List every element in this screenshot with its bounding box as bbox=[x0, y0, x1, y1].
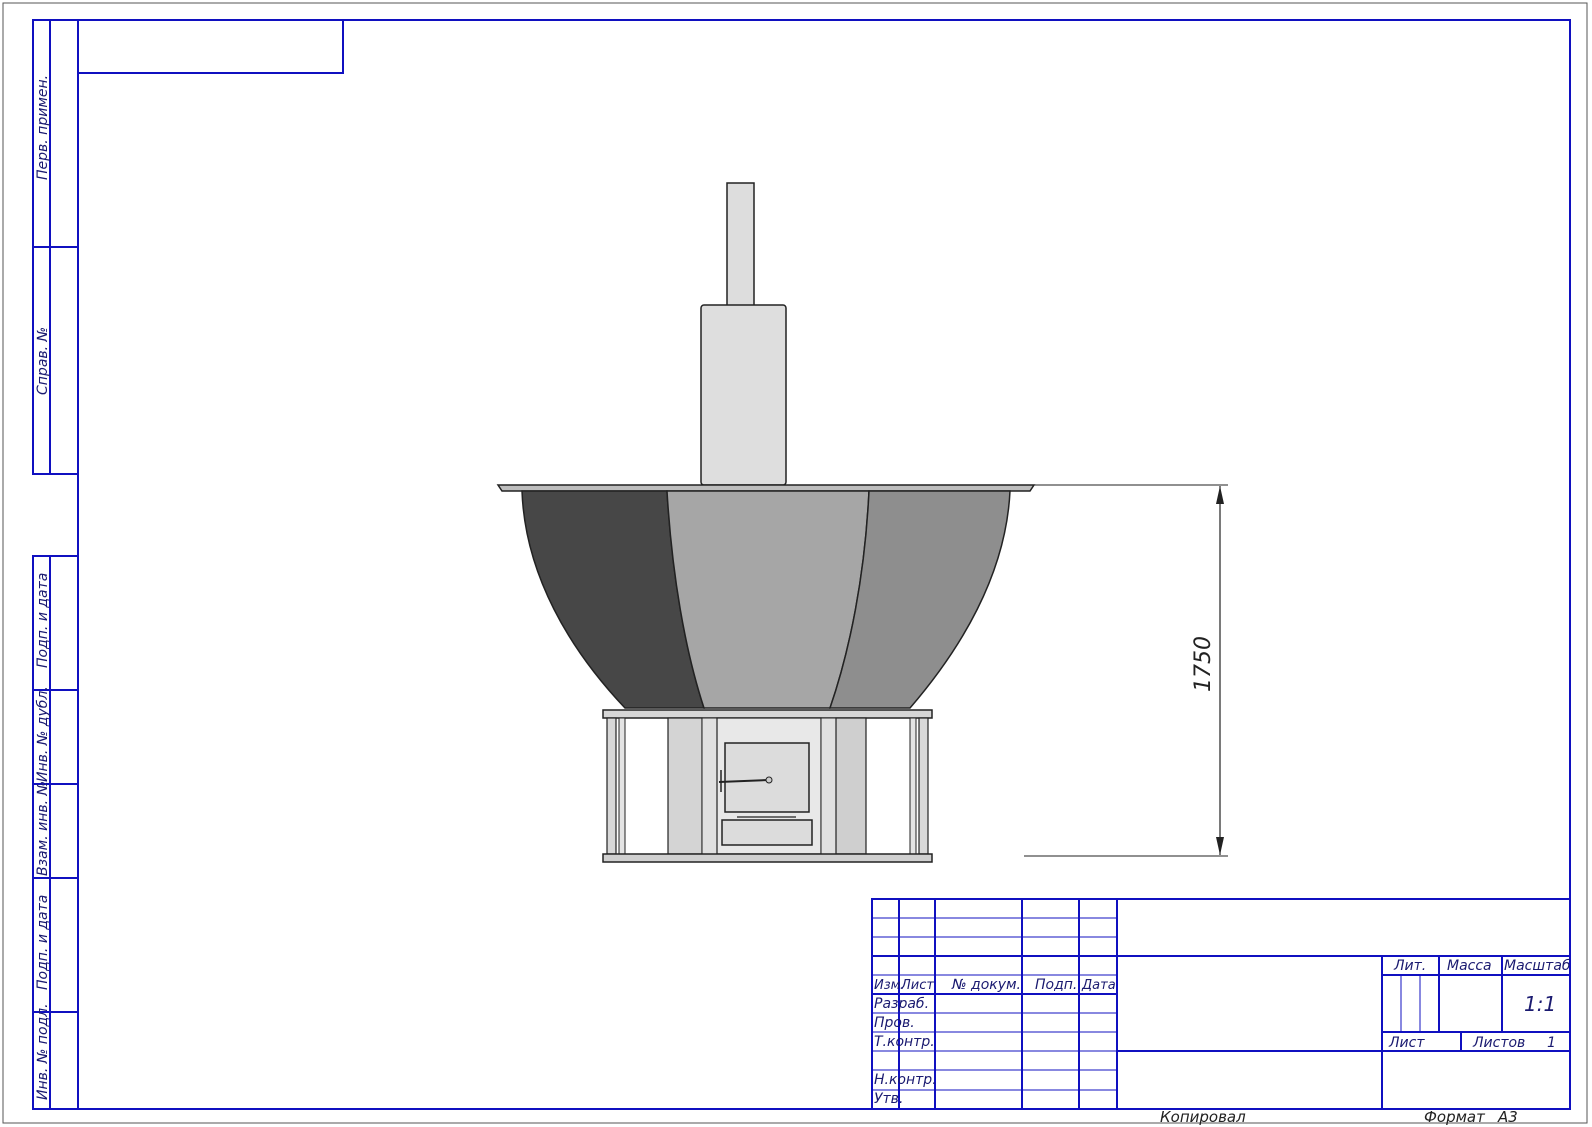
tb-sheet-label: Лист bbox=[1388, 1035, 1425, 1051]
format-value: A3 bbox=[1497, 1108, 1518, 1126]
side-label-sprav-no: Справ. № bbox=[35, 327, 51, 395]
drawing-sheet: Перв. примен. Справ. № Подп. и дата Инв.… bbox=[2, 2, 1588, 1126]
tb-header-izm: Изм. bbox=[874, 978, 905, 993]
base-leg-right-inner bbox=[909, 717, 917, 855]
top-left-box bbox=[77, 19, 344, 74]
tb-lit-label: Лит. bbox=[1393, 958, 1426, 974]
base-top-rim bbox=[602, 709, 933, 719]
side-label-inv-dubl: Инв. № дубл. bbox=[35, 686, 51, 782]
door-handle-knob bbox=[765, 776, 773, 784]
side-label-perv-primen: Перв. примен. bbox=[35, 75, 51, 180]
copied-label: Копировал bbox=[1160, 1108, 1246, 1126]
bowl-panel-middle bbox=[666, 490, 870, 709]
dimension-value: 1750 bbox=[1191, 636, 1216, 692]
tb-header-podp: Подп. bbox=[1035, 977, 1077, 993]
firebox-side-right bbox=[835, 717, 867, 855]
tb-masshtab-label: Масштаб bbox=[1504, 958, 1571, 974]
firebox-side-left bbox=[667, 717, 703, 855]
format-label: Формат bbox=[1424, 1108, 1486, 1126]
side-label-podp-data-top: Подп. и дата bbox=[35, 573, 51, 668]
tb-header-no-dokum: № докум. bbox=[951, 977, 1021, 993]
tb-sheets-count: 1 bbox=[1547, 1035, 1556, 1051]
dimension-arrow-top bbox=[1216, 486, 1224, 504]
height-dimension: 1750 bbox=[1024, 484, 1228, 857]
side-label-vzam-inv: Взам. инв. № bbox=[35, 781, 51, 876]
tb-massa-label: Масса bbox=[1447, 958, 1492, 974]
tb-scale-value: 1:1 bbox=[1524, 992, 1556, 1016]
top-plate bbox=[496, 484, 1036, 492]
base-leg-left-outer bbox=[606, 717, 617, 855]
chimney-housing bbox=[700, 304, 787, 486]
tb-header-data: Дата bbox=[1081, 978, 1116, 993]
ash-drawer bbox=[721, 819, 813, 846]
base-bottom-rim bbox=[602, 853, 933, 863]
side-label-inv-podl: Инв. № подл. bbox=[35, 1003, 51, 1100]
chimney-pipe bbox=[726, 182, 755, 307]
dimension-arrow-bottom bbox=[1216, 837, 1224, 855]
tb-role-prov: Пров. bbox=[874, 1015, 915, 1031]
tb-role-n-kontr: Н.контр. bbox=[874, 1072, 937, 1088]
tb-role-utv: Утв. bbox=[874, 1091, 903, 1107]
firebox-side-inner-right bbox=[820, 717, 837, 855]
tb-role-razrab: Разраб. bbox=[874, 996, 929, 1012]
base-leg-right-outer bbox=[918, 717, 929, 855]
side-label-podp-data-bottom: Подп. и дата bbox=[35, 895, 51, 990]
tb-sheets-label: Листов bbox=[1472, 1035, 1525, 1051]
title-block: Изм. Лист № докум. Подп. Дата Разраб. Пр… bbox=[871, 898, 1571, 1110]
firebox-side-inner-left bbox=[701, 717, 718, 855]
tb-header-list: Лист bbox=[900, 978, 934, 993]
tb-role-t-kontr: Т.контр. bbox=[874, 1034, 935, 1050]
stove-drawing bbox=[496, 182, 1036, 863]
base-leg-left-inner bbox=[618, 717, 626, 855]
